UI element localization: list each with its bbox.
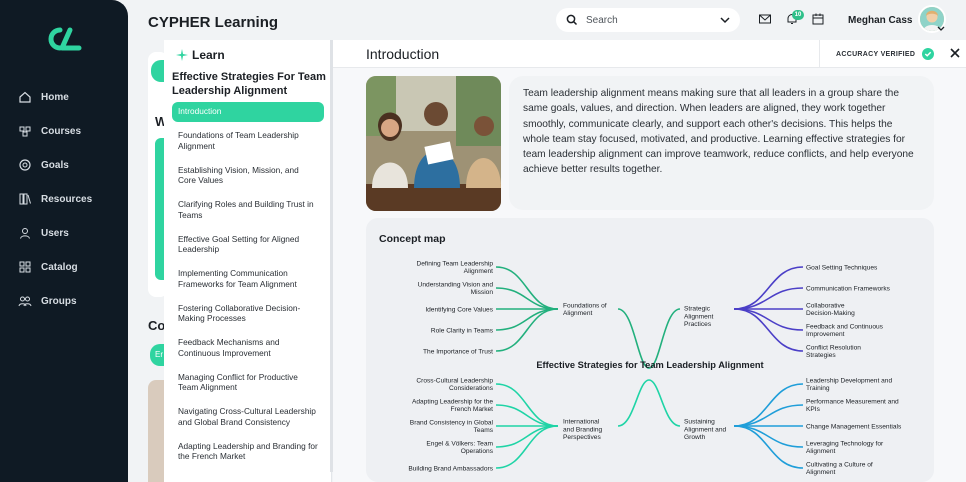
concept-branch-label: International and Branding Perspectives: [563, 419, 603, 441]
background-heading: Co: [148, 318, 166, 333]
page-title: Introduction: [366, 46, 440, 62]
catalog-icon: [19, 261, 31, 273]
app-title: CYPHER Learning: [148, 14, 279, 31]
close-icon[interactable]: [949, 47, 961, 59]
accuracy-badge: ACCURACY VERIFIED: [819, 40, 941, 68]
concept-leaf: Change Management Essentials: [806, 423, 902, 430]
lesson-item-active[interactable]: Introduction: [172, 102, 324, 122]
search-input[interactable]: Search: [556, 8, 740, 32]
sidebar-item-label: Groups: [41, 295, 77, 307]
home-icon: [19, 91, 31, 103]
goals-icon: [19, 159, 31, 171]
concept-map: Concept map Defining Team Leadership Alig…: [366, 218, 934, 482]
sidebar-item-label: Courses: [41, 125, 82, 137]
sidebar-item-home[interactable]: Home: [18, 80, 92, 114]
user-name[interactable]: Meghan Cass: [848, 15, 912, 26]
concept-leaf: Conflict Resolution Strategies: [806, 345, 861, 360]
lesson-item[interactable]: Managing Conflict for Productive Team Al…: [172, 368, 324, 403]
lesson-item[interactable]: Clarifying Roles and Building Trust in T…: [172, 195, 324, 230]
search-icon: [566, 14, 578, 26]
lesson-item[interactable]: Establishing Vision, Mission, and Core V…: [172, 161, 324, 196]
sidebar-item-catalog[interactable]: Catalog: [18, 250, 92, 284]
sidebar-item-label: Catalog: [41, 261, 78, 273]
search-placeholder: Search: [586, 14, 618, 26]
sidebar-nav: Home Courses Goals Resources Users Catal…: [18, 80, 92, 318]
chevron-down-icon[interactable]: [720, 16, 730, 24]
accuracy-label: ACCURACY VERIFIED: [836, 50, 916, 58]
learn-heading: Learn: [176, 48, 225, 62]
team-meeting-image: [366, 76, 501, 211]
learn-heading-label: Learn: [192, 48, 225, 62]
learn-panel: Learn Effective Strategies For Team Lead…: [164, 40, 332, 482]
sidebar-item-label: Resources: [41, 193, 93, 205]
calendar-icon[interactable]: [811, 12, 825, 26]
concept-leaf: Defining Team Leadership Alignment: [417, 261, 494, 276]
course-title: Effective Strategies For Team Leadership…: [172, 71, 326, 97]
concept-leaf: Role Clarity in Teams: [431, 327, 494, 334]
lesson-item[interactable]: Effective Goal Setting for Aligned Leade…: [172, 230, 324, 265]
concept-link: [733, 287, 804, 310]
sidebar-item-goals[interactable]: Goals: [18, 148, 92, 182]
sidebar-item-courses[interactable]: Courses: [18, 114, 92, 148]
lesson-item[interactable]: Adapting Leadership and Branding for the…: [172, 437, 324, 472]
concept-leaf: Cross-Cultural Leadership Considerations: [416, 378, 493, 393]
concept-leaf: Engel & Völkers: Team Operations: [426, 441, 493, 456]
mail-icon[interactable]: [758, 12, 772, 26]
concept-leaf: Cultivating a Culture of Alignment: [806, 462, 873, 477]
concept-link: [733, 308, 804, 331]
concept-leaf: Identifying Core Values: [425, 306, 493, 313]
intro-text: Team leadership alignment means making s…: [509, 76, 934, 210]
notification-badge: 10: [792, 10, 804, 20]
concept-leaf: Communication Frameworks: [806, 285, 891, 292]
top-bar: CYPHER Learning Search 10 Meghan Cass: [128, 0, 966, 40]
concept-link: [495, 308, 559, 331]
main-content: Introduction ACCURACY VERIFIED Team lead…: [333, 40, 966, 482]
lesson-item[interactable]: Feedback Mechanisms and Continuous Impro…: [172, 333, 324, 368]
concept-leaf: Leveraging Technology for Alignment: [806, 441, 884, 456]
concept-branch-label: Strategic Alignment Practices: [684, 306, 713, 328]
concept-link: [495, 425, 559, 448]
groups-icon: [18, 296, 32, 307]
sidebar-item-users[interactable]: Users: [18, 216, 92, 250]
sidebar-item-groups[interactable]: Groups: [18, 284, 92, 318]
sparkle-icon: [176, 49, 188, 61]
concept-link: [617, 379, 681, 427]
concept-leaf: Brand Consistency in Global Teams: [410, 420, 494, 435]
content-header: Introduction ACCURACY VERIFIED: [333, 40, 966, 68]
intro-photo: [366, 76, 501, 211]
concept-leaf: Goal Setting Techniques: [806, 264, 878, 271]
concept-leaf: Performance Measurement and KPIs: [806, 399, 899, 414]
chevron-down-icon[interactable]: [937, 26, 945, 32]
cypher-logo-icon[interactable]: [46, 26, 82, 52]
concept-center-label: Effective Strategies for Team Leadership…: [536, 360, 763, 370]
concept-link: [733, 404, 804, 427]
sidebar-item-label: Users: [41, 227, 69, 239]
courses-icon: [19, 126, 31, 137]
concept-branch-label: Sustaining Alignment and Growth: [684, 419, 726, 441]
concept-branch-label: Foundations of Alignment: [563, 303, 607, 318]
sidebar-item-resources[interactable]: Resources: [18, 182, 92, 216]
lesson-item[interactable]: Implementing Communication Frameworks fo…: [172, 264, 324, 299]
sidebar-item-label: Home: [41, 91, 69, 103]
concept-leaf: Collaborative Decision-Making: [806, 303, 855, 318]
users-icon: [20, 228, 30, 239]
lesson-list: Introduction Foundations of Team Leaders…: [172, 102, 324, 471]
resources-icon: [19, 193, 31, 205]
sidebar-item-label: Goals: [41, 159, 69, 171]
concept-leaf: Building Brand Ambassadors: [408, 465, 493, 472]
lesson-item[interactable]: Navigating Cross-Cultural Leadership and…: [172, 402, 324, 437]
concept-link: [733, 425, 804, 448]
sidebar: Home Courses Goals Resources Users Catal…: [0, 0, 128, 482]
concept-leaf: Feedback and Continuous Improvement: [806, 324, 884, 339]
lesson-item[interactable]: Foundations of Team Leadership Alignment: [172, 126, 324, 161]
concept-link: [495, 287, 559, 310]
lesson-item[interactable]: Fostering Collaborative Decision-Making …: [172, 299, 324, 334]
concept-leaf: Adapting Leadership for the French Market: [412, 399, 493, 414]
concept-leaf: The Importance of Trust: [423, 348, 493, 355]
concept-link: [495, 404, 559, 427]
concept-leaf: Leadership Development and Training: [806, 378, 892, 393]
check-circle-icon: [922, 48, 935, 60]
concept-leaf: Understanding Vision and Mission: [418, 282, 494, 297]
